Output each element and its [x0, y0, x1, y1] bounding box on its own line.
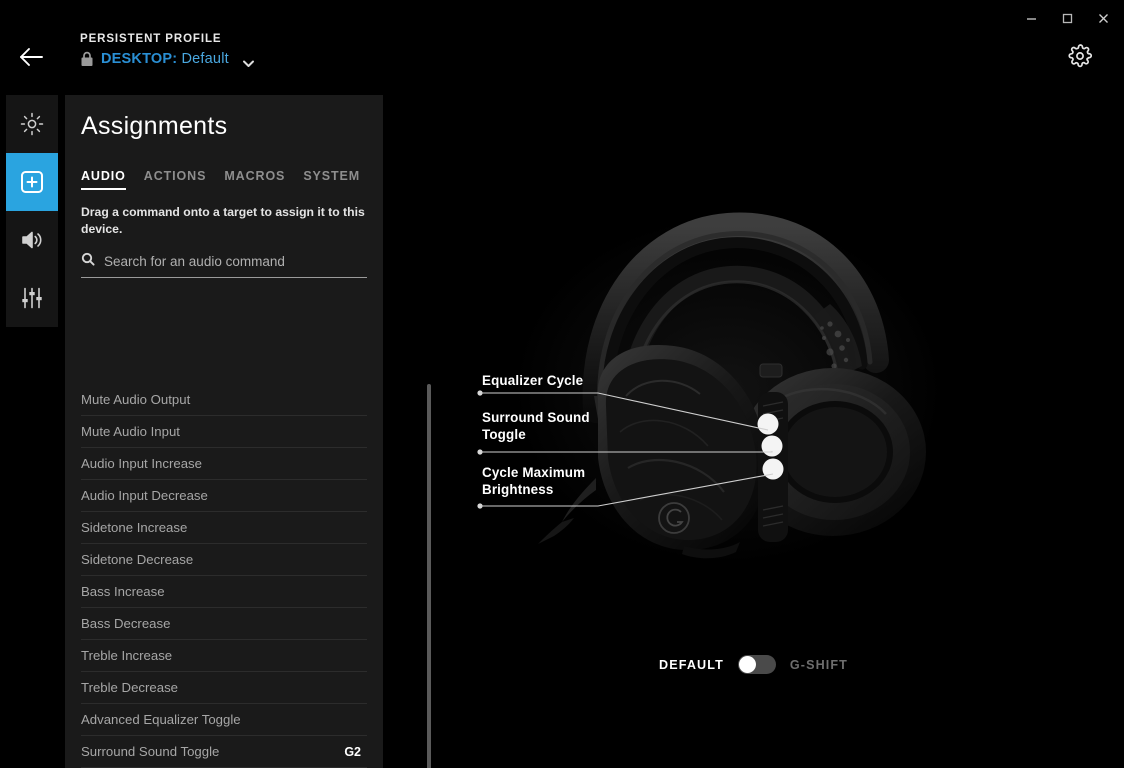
- list-item[interactable]: Bass Increase: [81, 576, 367, 608]
- search-field[interactable]: [81, 252, 367, 278]
- list-item[interactable]: Mute Audio Output: [81, 384, 367, 416]
- command-label: Treble Decrease: [81, 680, 178, 695]
- panel-tabs: AUDIO ACTIONS MACROS SYSTEM: [81, 169, 383, 190]
- command-label: Surround Sound Toggle: [81, 744, 219, 759]
- list-item[interactable]: Audio Input Decrease: [81, 480, 367, 512]
- search-input[interactable]: [104, 254, 367, 269]
- profile-value: Default: [182, 51, 229, 67]
- command-list[interactable]: Mute Audio Output Mute Audio Input Audio I…: [81, 384, 367, 768]
- tab-actions[interactable]: ACTIONS: [144, 169, 207, 190]
- list-item[interactable]: Treble Decrease: [81, 672, 367, 704]
- sidebar-item-lighting[interactable]: [6, 95, 58, 153]
- command-label: Advanced Equalizer Toggle: [81, 712, 241, 727]
- command-label: Audio Input Decrease: [81, 488, 208, 503]
- list-item[interactable]: Surround Sound Toggle G2: [81, 736, 367, 768]
- gshift-toggle-knob: [739, 656, 756, 673]
- search-icon: [81, 252, 95, 271]
- profile-kind-label: PERSISTENT PROFILE: [80, 33, 255, 45]
- headset-image: [478, 200, 938, 570]
- tab-audio[interactable]: AUDIO: [81, 169, 126, 190]
- back-arrow-icon[interactable]: [18, 46, 46, 68]
- list-item[interactable]: Treble Increase: [81, 640, 367, 672]
- command-label: Sidetone Decrease: [81, 552, 193, 567]
- app-root: PERSISTENT PROFILE DESKTOP: Default: [0, 0, 1124, 768]
- sidebar-item-equalizer[interactable]: [6, 269, 58, 327]
- shift-mode-selector: DEFAULT G-SHIFT: [383, 655, 1124, 674]
- tab-system[interactable]: SYSTEM: [303, 169, 360, 190]
- list-item[interactable]: Mute Audio Input: [81, 416, 367, 448]
- command-label: Bass Increase: [81, 584, 165, 599]
- assigned-key-badge: G2: [344, 745, 361, 759]
- chevron-down-icon[interactable]: [242, 55, 255, 64]
- drag-hint-text: Drag a command onto a target to assign i…: [81, 204, 367, 238]
- sidebar-item-assignments[interactable]: [6, 153, 58, 211]
- left-icon-rail: [6, 95, 58, 327]
- page-title: Assignments: [81, 112, 383, 141]
- profile-selector[interactable]: DESKTOP: Default: [80, 51, 255, 67]
- command-label: Sidetone Increase: [81, 520, 187, 535]
- command-label: Mute Audio Output: [81, 392, 190, 407]
- profile-name: DESKTOP: Default: [101, 51, 229, 67]
- sidebar-item-audio[interactable]: [6, 211, 58, 269]
- lock-icon: [80, 51, 94, 67]
- command-label: Audio Input Increase: [81, 456, 202, 471]
- list-item[interactable]: Advanced Equalizer Toggle: [81, 704, 367, 736]
- profile-prefix: DESKTOP:: [101, 51, 177, 67]
- command-label: Mute Audio Input: [81, 424, 180, 439]
- default-mode-label[interactable]: DEFAULT: [659, 658, 724, 672]
- command-label: Bass Decrease: [81, 616, 170, 631]
- list-item[interactable]: Audio Input Increase: [81, 448, 367, 480]
- gshift-toggle[interactable]: [738, 655, 776, 674]
- profile-header: PERSISTENT PROFILE DESKTOP: Default: [80, 33, 255, 67]
- tab-macros[interactable]: MACROS: [224, 169, 285, 190]
- list-item[interactable]: Sidetone Increase: [81, 512, 367, 544]
- device-stage: Equalizer Cycle Surround Sound Toggle Cy…: [383, 0, 1124, 768]
- list-item[interactable]: Sidetone Decrease: [81, 544, 367, 576]
- assignments-panel: Assignments AUDIO ACTIONS MACROS SYSTEM …: [65, 95, 383, 768]
- gshift-mode-label[interactable]: G-SHIFT: [790, 658, 848, 672]
- command-label: Treble Increase: [81, 648, 172, 663]
- list-item[interactable]: Bass Decrease: [81, 608, 367, 640]
